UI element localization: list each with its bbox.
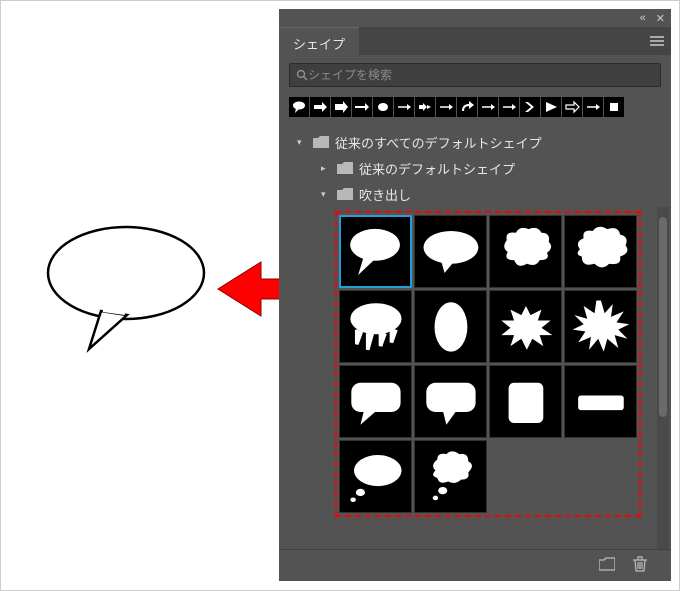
scrollbar-thumb[interactable] (659, 217, 667, 417)
empty-cell (489, 440, 562, 513)
shape-rounded-rect-tail[interactable] (339, 365, 412, 438)
tree-folder-legacy-all[interactable]: ▾ 従来のすべてのデフォルトシェイプ (285, 129, 665, 155)
folder-icon (313, 136, 329, 148)
arrow-outline-icon[interactable] (562, 97, 582, 117)
tree-label: 吹き出し (359, 185, 411, 204)
panel-header: « ✕ (279, 9, 671, 27)
arrow-line-icon[interactable] (583, 97, 603, 117)
arrow-line-icon[interactable] (394, 97, 414, 117)
shape-oval-vertical[interactable] (414, 290, 487, 363)
shapes-grid (339, 215, 637, 513)
shape-speech-bubble-oval[interactable] (414, 215, 487, 288)
search-input[interactable] (308, 68, 654, 82)
chevron-icon[interactable] (520, 97, 540, 117)
new-folder-icon[interactable] (599, 557, 615, 574)
shape-thought-cloud-1[interactable] (489, 215, 562, 288)
shape-bar-horizontal[interactable] (564, 365, 637, 438)
shape-speech-drip[interactable] (339, 290, 412, 363)
shape-thought-bubble-trail[interactable] (414, 440, 487, 513)
shape-oval-small-tail[interactable] (339, 440, 412, 513)
tab-shapes[interactable]: シェイプ (279, 27, 359, 55)
arrow-right-icon[interactable] (352, 97, 372, 117)
chevron-right-icon: ▸ (321, 163, 331, 174)
arrow-turn-icon[interactable] (457, 97, 477, 117)
shape-speech-bubble-oval-tail[interactable] (339, 215, 412, 288)
arrow-line-icon[interactable] (499, 97, 519, 117)
recent-shapes-bar (279, 93, 671, 125)
tree-label: 従来のすべてのデフォルトシェイプ (335, 133, 542, 152)
square-icon[interactable] (604, 97, 624, 117)
shape-tree: ▾ 従来のすべてのデフォルトシェイプ ▸ 従来のデフォルトシェイプ ▾ 吹き出し (279, 125, 671, 207)
arrow-block-icon[interactable] (310, 97, 330, 117)
triangle-icon[interactable] (541, 97, 561, 117)
vertical-scrollbar[interactable] (657, 207, 669, 549)
speech-bubble-icon[interactable] (289, 97, 309, 117)
chevron-down-icon: ▾ (297, 137, 307, 148)
shape-thought-cloud-2[interactable] (564, 215, 637, 288)
search-row (279, 55, 671, 93)
preview-speech-bubble (41, 223, 211, 353)
panel-tabs: シェイプ (279, 27, 671, 55)
folder-icon (337, 162, 353, 174)
arrow-double-icon[interactable] (415, 97, 435, 117)
shapes-panel: « ✕ シェイプ ▾ 従来のすべてのデフォ (279, 9, 671, 581)
shape-rounded-rect[interactable] (489, 365, 562, 438)
panel-menu-icon[interactable] (643, 27, 671, 55)
shape-burst-wide[interactable] (489, 290, 562, 363)
chevron-down-icon: ▾ (321, 189, 331, 200)
shape-burst-spiky[interactable] (564, 290, 637, 363)
arrow-line-icon[interactable] (436, 97, 456, 117)
shapes-scroll-area (279, 207, 671, 549)
arrow-solid-icon[interactable] (331, 97, 351, 117)
tree-folder-legacy-default[interactable]: ▸ 従来のデフォルトシェイプ (285, 155, 665, 181)
trash-icon[interactable] (633, 556, 647, 575)
tree-label: 従来のデフォルトシェイプ (359, 159, 515, 178)
arrow-line-icon[interactable] (478, 97, 498, 117)
folder-icon (337, 188, 353, 200)
panel-footer (279, 549, 671, 581)
empty-cell (564, 440, 637, 513)
search-icon (296, 69, 308, 81)
circle-icon[interactable] (373, 97, 393, 117)
shape-rounded-rect-tail-2[interactable] (414, 365, 487, 438)
search-box[interactable] (289, 63, 661, 87)
collapse-icon[interactable]: « (640, 12, 646, 24)
close-icon[interactable]: ✕ (656, 12, 665, 25)
shapes-grid-highlight (335, 211, 641, 517)
tree-folder-speech-bubbles[interactable]: ▾ 吹き出し (285, 181, 665, 207)
